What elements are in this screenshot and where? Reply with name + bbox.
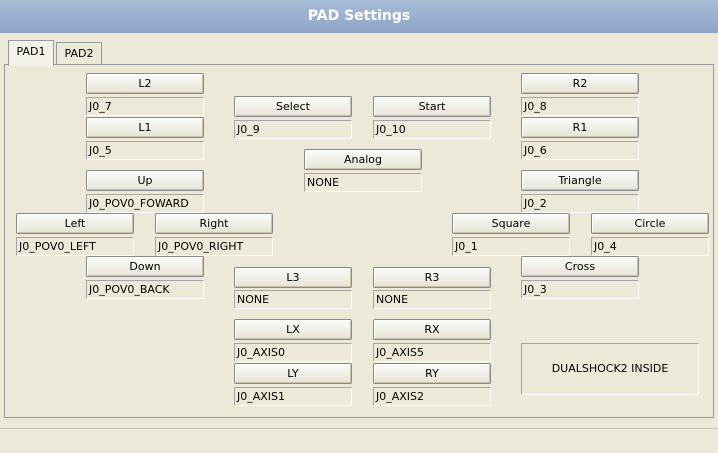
select-field: J0_9 <box>234 120 352 139</box>
ry-field: J0_AXIS2 <box>373 387 491 406</box>
down-button[interactable]: Down <box>86 256 204 277</box>
analog-button[interactable]: Analog <box>304 149 422 170</box>
triangle-field: J0_2 <box>521 194 639 213</box>
up-field: J0_POV0_FOWARD <box>86 194 204 213</box>
right-button[interactable]: Right <box>155 213 273 234</box>
l2-button[interactable]: L2 <box>86 73 204 94</box>
start-button[interactable]: Start <box>373 96 491 117</box>
circle-field: J0_4 <box>591 237 709 256</box>
device-badge: DUALSHOCK2 INSIDE <box>521 343 699 395</box>
r2-field: J0_8 <box>521 97 639 116</box>
select-button[interactable]: Select <box>234 96 352 117</box>
l2-field: J0_7 <box>86 97 204 116</box>
right-field: J0_POV0_RIGHT <box>155 237 273 256</box>
lx-field: J0_AXIS0 <box>234 343 352 362</box>
square-button[interactable]: Square <box>452 213 570 234</box>
ly-button[interactable]: LY <box>234 363 352 384</box>
triangle-button[interactable]: Triangle <box>521 170 639 191</box>
left-field: J0_POV0_LEFT <box>16 237 134 256</box>
up-button[interactable]: Up <box>86 170 204 191</box>
lx-button[interactable]: LX <box>234 319 352 340</box>
l3-field: NONE <box>234 290 352 309</box>
cross-button[interactable]: Cross <box>521 256 639 277</box>
circle-button[interactable]: Circle <box>591 213 709 234</box>
r2-button[interactable]: R2 <box>521 73 639 94</box>
status-bar <box>0 428 718 453</box>
tab-pad2[interactable]: PAD2 <box>56 42 102 64</box>
rx-field: J0_AXIS5 <box>373 343 491 362</box>
r3-field: NONE <box>373 290 491 309</box>
left-button[interactable]: Left <box>16 213 134 234</box>
r1-field: J0_6 <box>521 141 639 160</box>
down-field: J0_POV0_BACK <box>86 280 204 299</box>
r1-button[interactable]: R1 <box>521 117 639 138</box>
start-field: J0_10 <box>373 120 491 139</box>
ry-button[interactable]: RY <box>373 363 491 384</box>
tab-pad1[interactable]: PAD1 <box>8 40 54 66</box>
square-field: J0_1 <box>452 237 570 256</box>
analog-field: NONE <box>304 173 422 192</box>
window-title: PAD Settings <box>0 0 718 33</box>
r3-button[interactable]: R3 <box>373 267 491 288</box>
ly-field: J0_AXIS1 <box>234 387 352 406</box>
l1-field: J0_5 <box>86 141 204 160</box>
l1-button[interactable]: L1 <box>86 117 204 138</box>
cross-field: J0_3 <box>521 280 639 299</box>
rx-button[interactable]: RX <box>373 319 491 340</box>
l3-button[interactable]: L3 <box>234 267 352 288</box>
